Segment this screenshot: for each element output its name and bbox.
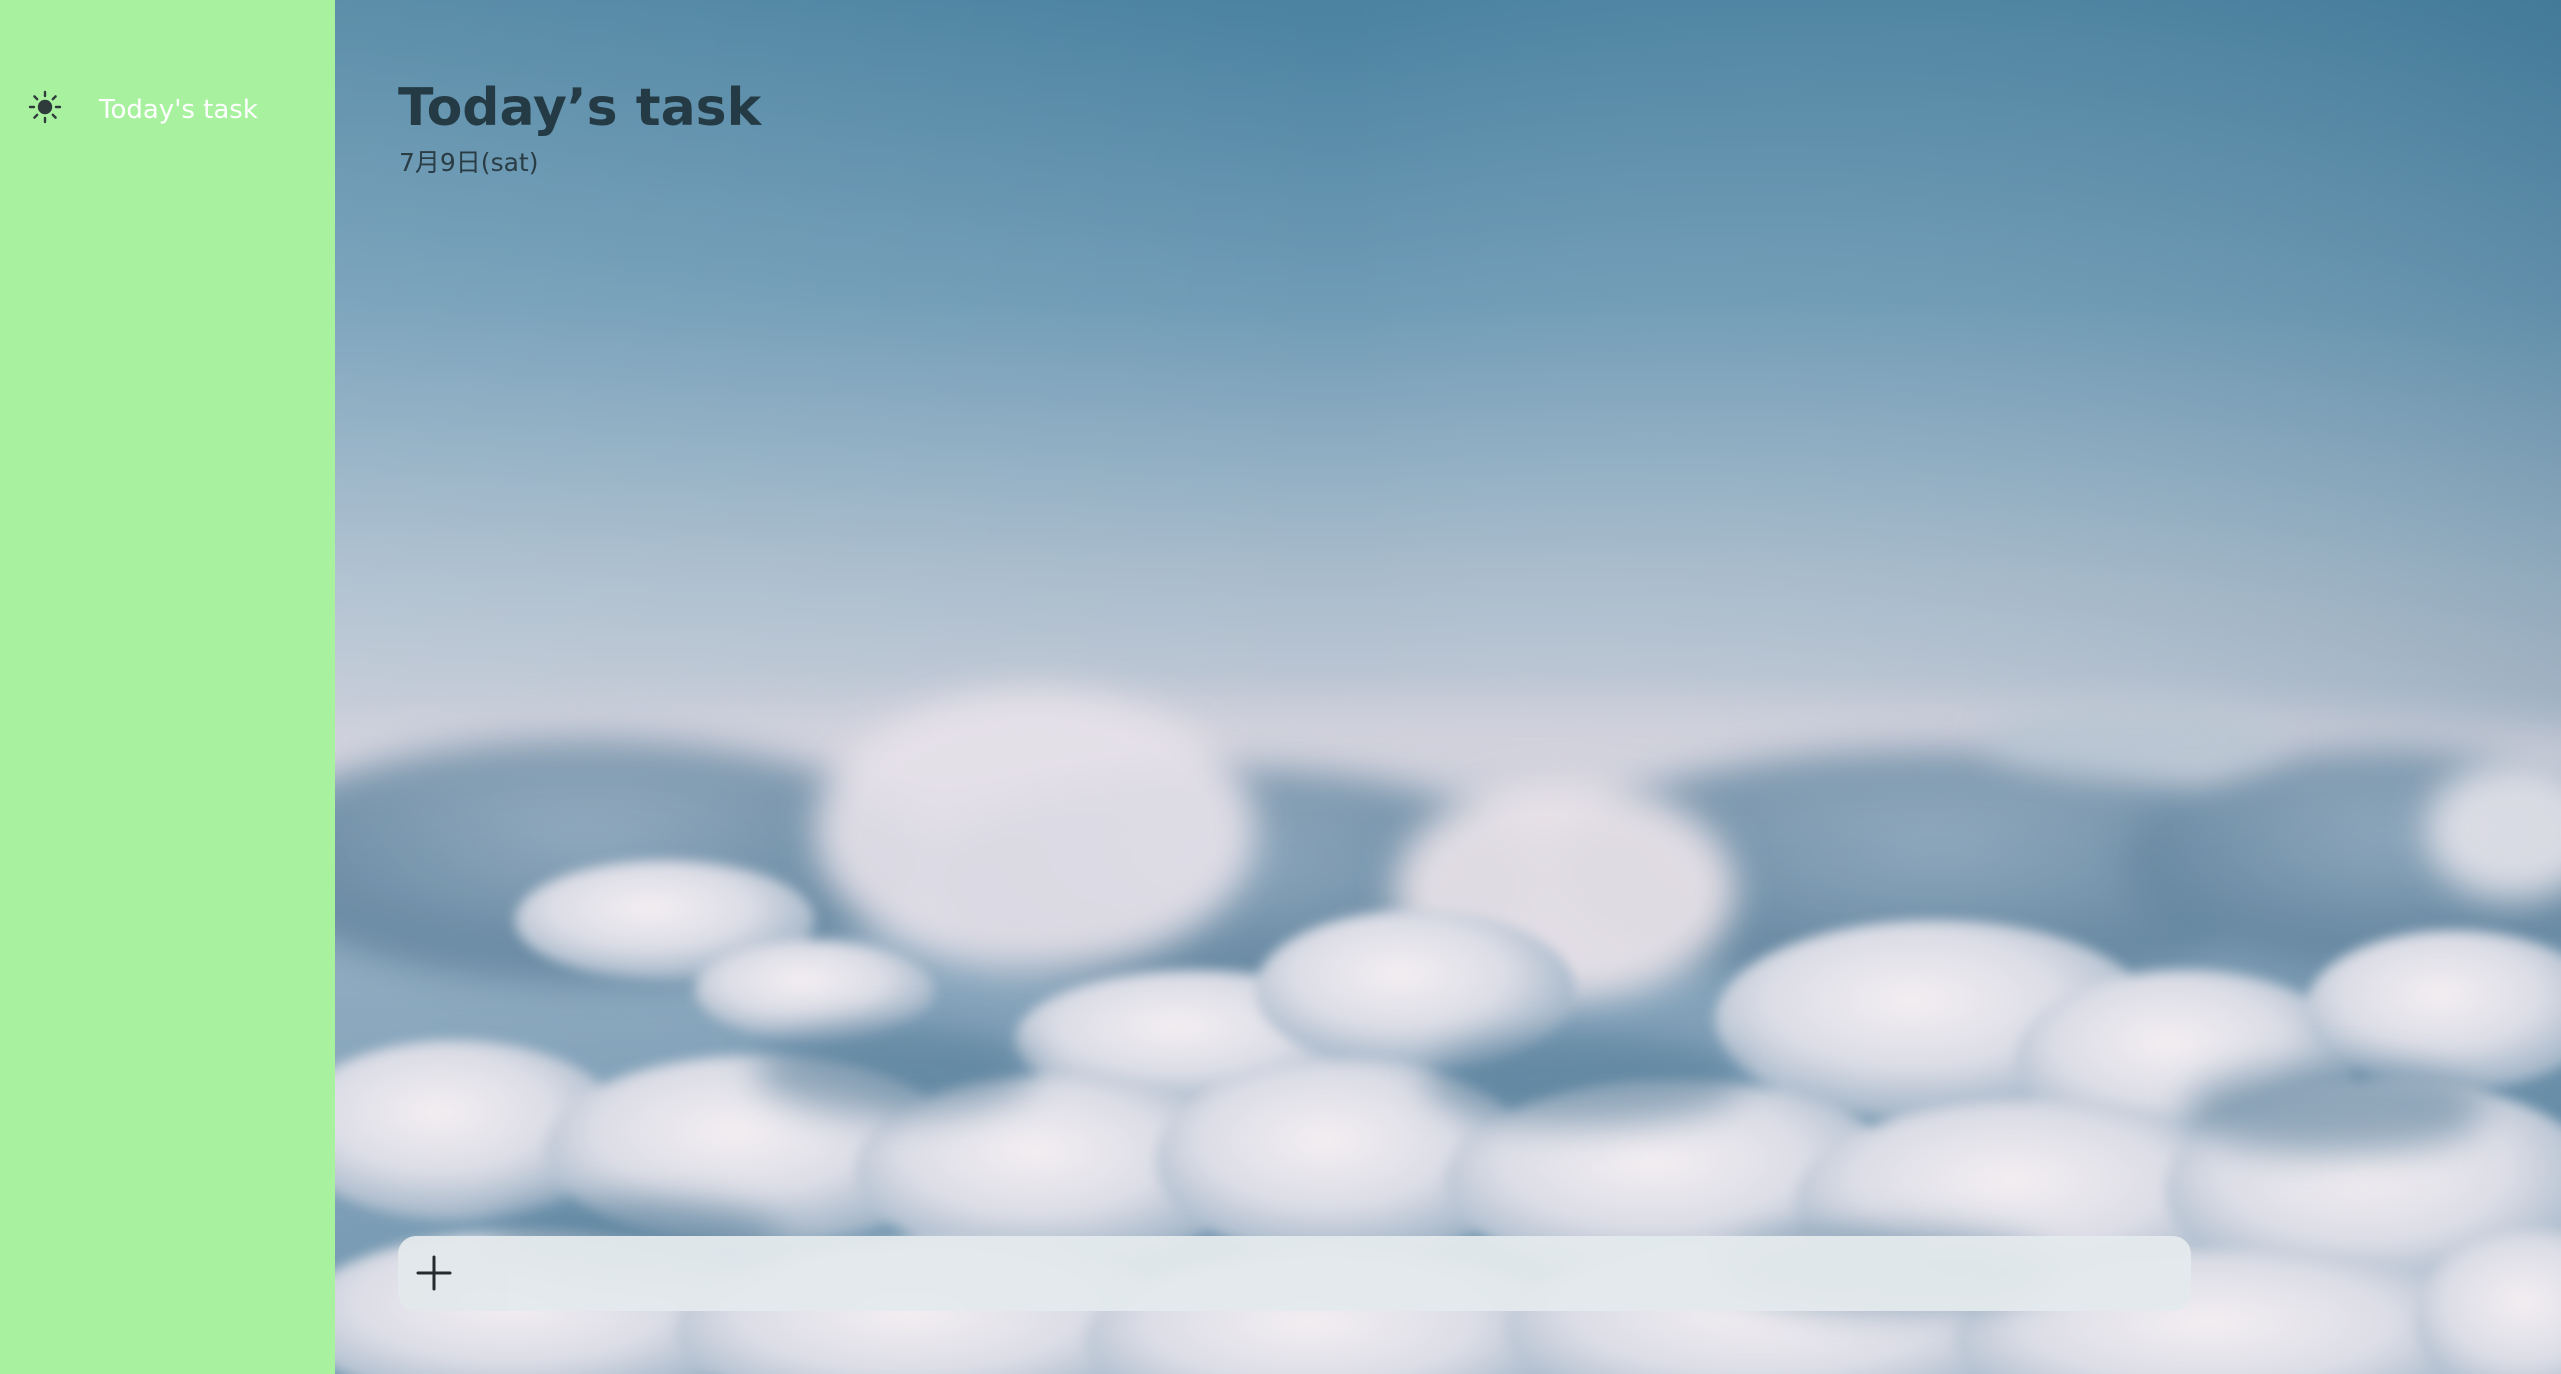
main-panel: Today’s task 7月9日(sat)	[335, 0, 2561, 1374]
page-date: 7月9日(sat)	[399, 148, 539, 177]
sidebar-item-todays-task[interactable]: Today's task	[0, 76, 335, 140]
add-task-input[interactable]	[478, 1248, 2167, 1299]
app-window: Today's task Today’s task 7月9日(sat)	[0, 0, 2561, 1374]
add-task-bar[interactable]	[398, 1236, 2191, 1311]
sidebar: Today's task	[0, 0, 335, 1374]
sidebar-item-label: Today's task	[99, 95, 258, 125]
page-title: Today’s task	[398, 78, 762, 138]
sun-icon	[28, 90, 62, 124]
plus-icon[interactable]	[414, 1253, 454, 1293]
sky-background-image	[335, 0, 2561, 1374]
